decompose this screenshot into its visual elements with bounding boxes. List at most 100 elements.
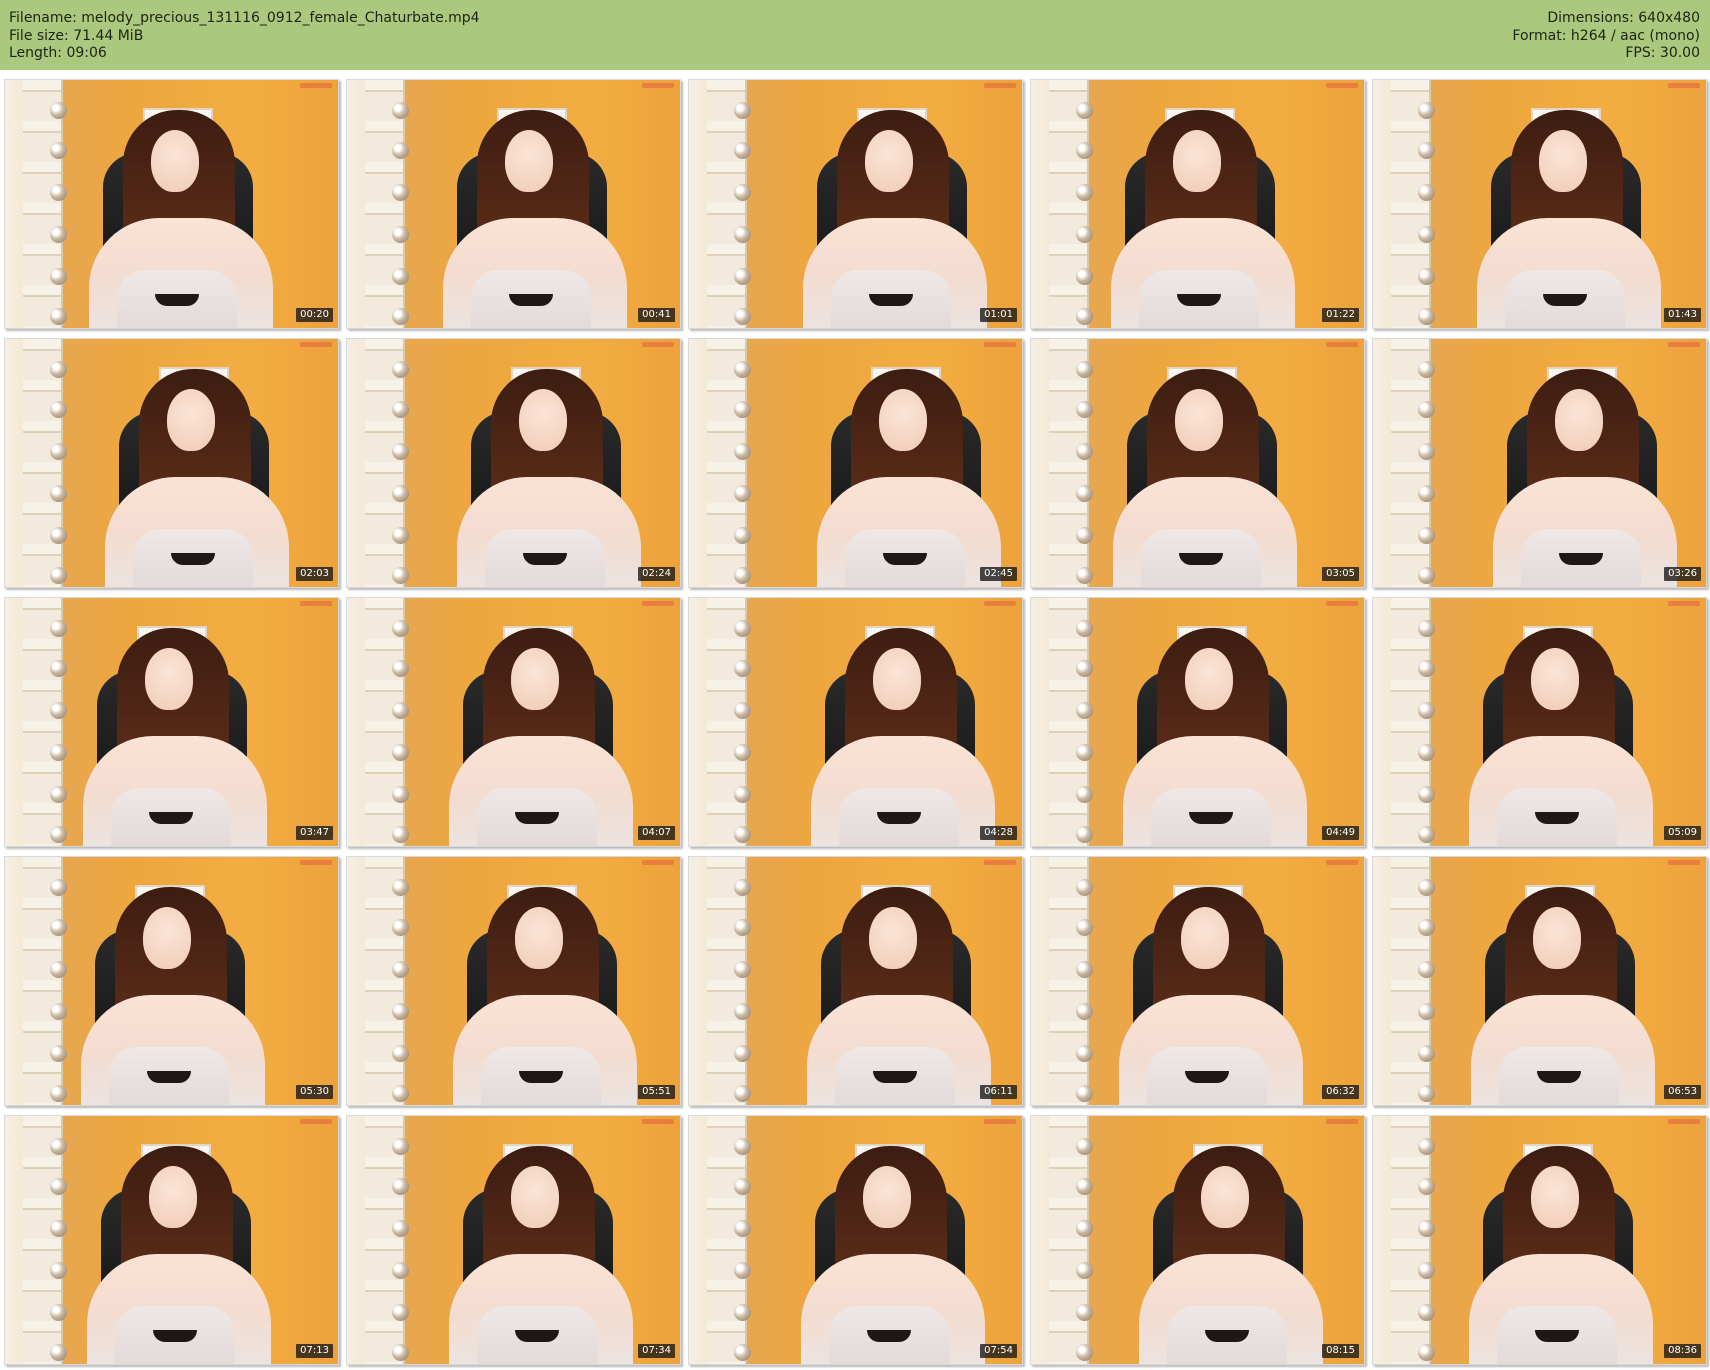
ornament-ball (50, 226, 67, 243)
timestamp-label: 02:24 (638, 567, 675, 581)
dark-garment (1189, 812, 1233, 824)
ornament-ball (1418, 268, 1435, 285)
video-thumbnail: 02:24 (346, 338, 681, 588)
timestamp-label: 07:13 (296, 1344, 333, 1358)
dark-garment (155, 294, 199, 306)
ornament-ball (50, 567, 67, 584)
ornament-ball (1418, 184, 1435, 201)
ornament-ball (1076, 142, 1093, 159)
ornament-ball (392, 620, 409, 637)
ornament-ball (734, 102, 751, 119)
filename-text: Filename: melody_precious_131116_0912_fe… (9, 10, 480, 26)
ornament-ball (392, 879, 409, 896)
ornament-ball (392, 919, 409, 936)
timestamp-label: 01:43 (1664, 308, 1701, 322)
dimensions-text: Dimensions: 640x480 (1547, 10, 1700, 26)
ornament-ball (734, 1262, 751, 1279)
ornament-ball (734, 1003, 751, 1020)
ornament-ball (392, 1344, 409, 1361)
video-thumbnail: 04:49 (1030, 597, 1365, 847)
watermark-logo (1326, 342, 1358, 347)
timestamp-label: 06:53 (1664, 1085, 1701, 1099)
video-thumbnail: 04:28 (688, 597, 1023, 847)
ornament-ball (1076, 361, 1093, 378)
watermark-logo (642, 83, 674, 88)
dark-garment (519, 1071, 563, 1083)
face-shape (1555, 389, 1603, 451)
watermark-logo (300, 83, 332, 88)
ornament-ball (1418, 1220, 1435, 1237)
ornament-ball (50, 1344, 67, 1361)
dark-garment (171, 553, 215, 565)
ornament-ball (50, 102, 67, 119)
ornament-ball (734, 879, 751, 896)
timestamp-label: 06:11 (980, 1085, 1017, 1099)
ornament-ball (1418, 1085, 1435, 1102)
video-thumbnail: 01:43 (1372, 79, 1707, 329)
ornament-ball (734, 443, 751, 460)
ornament-ball (392, 1003, 409, 1020)
watermark-logo (984, 601, 1016, 606)
video-thumbnail: 06:11 (688, 856, 1023, 1106)
watermark-logo (984, 83, 1016, 88)
video-thumbnail: 06:53 (1372, 856, 1707, 1106)
ornament-ball (50, 660, 67, 677)
ornament-ball (1418, 142, 1435, 159)
timestamp-label: 07:34 (638, 1344, 675, 1358)
fps-text: FPS: 30.00 (1625, 45, 1700, 61)
ornament-ball (1418, 485, 1435, 502)
watermark-logo (1668, 860, 1700, 865)
ornament-ball (1418, 567, 1435, 584)
timestamp-label: 04:28 (980, 826, 1017, 840)
length-text: Length: 09:06 (9, 45, 107, 61)
dark-garment (1559, 553, 1603, 565)
face-shape (143, 907, 191, 969)
ornament-ball (734, 702, 751, 719)
dark-garment (515, 812, 559, 824)
timestamp-label: 00:20 (296, 308, 333, 322)
ornament-ball (392, 1045, 409, 1062)
ornament-ball (1418, 1003, 1435, 1020)
ornament-ball (392, 1085, 409, 1102)
face-shape (515, 907, 563, 969)
ornament-ball (734, 567, 751, 584)
ornament-ball (1076, 268, 1093, 285)
ornament-ball (50, 1045, 67, 1062)
ornament-ball (734, 142, 751, 159)
ornament-ball (1076, 1138, 1093, 1155)
dark-garment (1535, 1330, 1579, 1342)
ornament-ball (1418, 308, 1435, 325)
ornament-ball (1076, 308, 1093, 325)
watermark-logo (300, 601, 332, 606)
ornament-ball (50, 1262, 67, 1279)
face-shape (1175, 389, 1223, 451)
ornament-ball (734, 268, 751, 285)
dark-garment (515, 1330, 559, 1342)
ornament-ball (1076, 443, 1093, 460)
ornament-ball (392, 102, 409, 119)
dark-garment (1179, 553, 1223, 565)
watermark-logo (300, 1119, 332, 1124)
video-thumbnail: 03:05 (1030, 338, 1365, 588)
ornament-ball (1076, 1304, 1093, 1321)
video-thumbnail: 00:41 (346, 79, 681, 329)
ornament-ball (1076, 1178, 1093, 1195)
face-shape (145, 648, 193, 710)
face-shape (505, 130, 553, 192)
ornament-ball (734, 1085, 751, 1102)
ornament-ball (392, 567, 409, 584)
ornament-ball (1418, 702, 1435, 719)
ornament-ball (392, 702, 409, 719)
watermark-logo (984, 860, 1016, 865)
face-shape (151, 130, 199, 192)
ornament-ball (392, 744, 409, 761)
ornament-ball (734, 1220, 751, 1237)
ornament-ball (392, 1304, 409, 1321)
dark-garment (1185, 1071, 1229, 1083)
ornament-ball (392, 485, 409, 502)
ornament-ball (392, 308, 409, 325)
face-shape (873, 648, 921, 710)
ornament-ball (1076, 826, 1093, 843)
dark-garment (1537, 1071, 1581, 1083)
video-thumbnail: 08:36 (1372, 1115, 1707, 1365)
